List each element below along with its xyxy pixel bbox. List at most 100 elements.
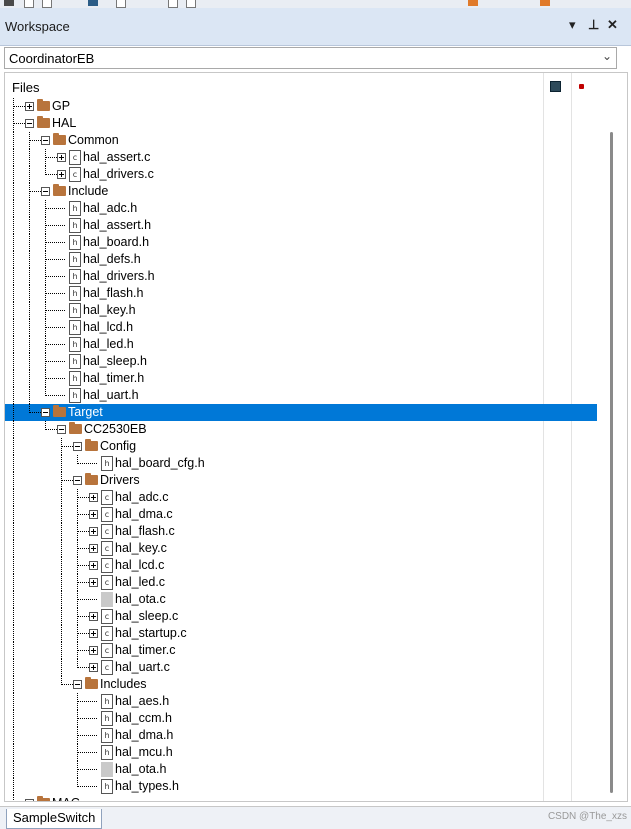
toolbar-icon[interactable] [468, 0, 478, 6]
tree-row-hal-key-h[interactable]: h hal_key.h [5, 302, 597, 319]
tree-row-hal-adc-h[interactable]: h hal_adc.h [5, 200, 597, 217]
toolbar-icon[interactable] [540, 0, 550, 6]
collapse-icon[interactable] [73, 442, 82, 451]
tree-row-hal-board-cfg-h[interactable]: h hal_board_cfg.h [5, 455, 597, 472]
h-file-icon: h [69, 337, 81, 352]
tree-row-target[interactable]: Target [5, 404, 597, 421]
expand-icon[interactable] [89, 544, 98, 553]
tree-row-hal-assert-h[interactable]: h hal_assert.h [5, 217, 597, 234]
expand-icon[interactable] [89, 493, 98, 502]
chip-icon[interactable] [550, 81, 561, 92]
toolbar-icon[interactable] [186, 0, 196, 8]
tree-row-hal-startup-c[interactable]: c hal_startup.c [5, 625, 597, 642]
tree-guide-line [13, 523, 14, 540]
tree-row-includes[interactable]: Includes [5, 676, 597, 693]
tree-row-cc2530eb[interactable]: CC2530EB [5, 421, 597, 438]
tree-row-hal-uart-h[interactable]: h hal_uart.h [5, 387, 597, 404]
tree-row-hal-ota-h[interactable]: hal_ota.h [5, 761, 597, 778]
tree-row-hal-drivers-h[interactable]: h hal_drivers.h [5, 268, 597, 285]
tree-row-hal-lcd-c[interactable]: c hal_lcd.c [5, 557, 597, 574]
tree-row-hal-flash-c[interactable]: c hal_flash.c [5, 523, 597, 540]
collapse-icon[interactable] [73, 476, 82, 485]
tree-row-hal-lcd-h[interactable]: h hal_lcd.h [5, 319, 597, 336]
tree-item-label: hal_flash.c [115, 524, 175, 538]
expand-icon[interactable] [89, 527, 98, 536]
vertical-scrollbar[interactable] [603, 99, 625, 801]
toolbar-icon[interactable] [4, 0, 14, 6]
toolbar-icon[interactable] [168, 0, 178, 8]
tree-row-hal-led-h[interactable]: h hal_led.h [5, 336, 597, 353]
toolbar-icon[interactable] [42, 0, 52, 8]
toolbar-icon[interactable] [116, 0, 126, 8]
tree-item-label: hal_key.h [83, 303, 136, 317]
tree-row-hal-uart-c[interactable]: c hal_uart.c [5, 659, 597, 676]
toolbar-icon[interactable] [24, 0, 34, 8]
tree-row-hal-ccm-h[interactable]: h hal_ccm.h [5, 710, 597, 727]
collapse-icon[interactable] [57, 425, 66, 434]
tree-row-hal-types-h[interactable]: h hal_types.h [5, 778, 597, 795]
tree-guide-line [13, 404, 14, 421]
collapse-icon[interactable] [41, 136, 50, 145]
configuration-select[interactable]: CoordinatorEB ⌄ [4, 47, 617, 69]
tree-row-hal-timer-c[interactable]: c hal_timer.c [5, 642, 597, 659]
close-icon[interactable]: ✕ [607, 17, 618, 33]
tree-row-hal-sleep-h[interactable]: h hal_sleep.h [5, 353, 597, 370]
expand-icon[interactable] [25, 799, 34, 801]
expand-icon[interactable] [57, 153, 66, 162]
tree-guide-line [13, 472, 14, 489]
tree-guide-line [61, 574, 62, 591]
tree-row-hal[interactable]: HAL [5, 115, 597, 132]
tree-row-hal-defs-h[interactable]: h hal_defs.h [5, 251, 597, 268]
expand-icon[interactable] [57, 170, 66, 179]
collapse-icon[interactable] [73, 680, 82, 689]
tree-row-mac[interactable]: MAC [5, 795, 597, 801]
tree-row-hal-board-h[interactable]: h hal_board.h [5, 234, 597, 251]
tree-row-common[interactable]: Common [5, 132, 597, 149]
tree-guide-line [13, 302, 14, 319]
tree-item-label: MAC [52, 796, 80, 801]
tree-row-gp[interactable]: GP [5, 98, 597, 115]
toolbar-icon[interactable] [88, 0, 98, 6]
tree-row-hal-aes-h[interactable]: h hal_aes.h [5, 693, 597, 710]
tree-row-hal-ota-c[interactable]: hal_ota.c [5, 591, 597, 608]
expand-icon[interactable] [89, 561, 98, 570]
tree-item-label: Includes [100, 677, 147, 691]
dropdown-menu-icon[interactable]: ▾ [569, 17, 576, 33]
expand-icon[interactable] [89, 578, 98, 587]
expand-icon[interactable] [89, 663, 98, 672]
tree-row-hal-mcu-h[interactable]: h hal_mcu.h [5, 744, 597, 761]
collapse-icon[interactable] [41, 187, 50, 196]
expand-icon[interactable] [25, 102, 34, 111]
tree-row-config[interactable]: Config [5, 438, 597, 455]
tree-row-include[interactable]: Include [5, 183, 597, 200]
tree-row-hal-timer-h[interactable]: h hal_timer.h [5, 370, 597, 387]
collapse-icon[interactable] [41, 408, 50, 417]
tree-item-label: hal_uart.h [83, 388, 139, 402]
tree-guide-line [29, 353, 30, 370]
tree-row-hal-key-c[interactable]: c hal_key.c [5, 540, 597, 557]
tab-sampleswitch[interactable]: SampleSwitch [6, 809, 103, 829]
tree-item-label: hal_dma.c [115, 507, 173, 521]
breakpoint-icon[interactable] [579, 84, 584, 89]
tree-row-hal-drivers-c[interactable]: c hal_drivers.c [5, 166, 597, 183]
folder-icon [53, 133, 66, 145]
tree-row-hal-assert-c[interactable]: c hal_assert.c [5, 149, 597, 166]
tree-row-drivers[interactable]: Drivers [5, 472, 597, 489]
tree-row-hal-sleep-c[interactable]: c hal_sleep.c [5, 608, 597, 625]
tree-row-hal-dma-c[interactable]: c hal_dma.c [5, 506, 597, 523]
tree-row-hal-adc-c[interactable]: c hal_adc.c [5, 489, 597, 506]
tree-row-hal-dma-h[interactable]: h hal_dma.h [5, 727, 597, 744]
expand-icon[interactable] [89, 510, 98, 519]
tree-item-label: hal_drivers.h [83, 269, 155, 283]
collapse-icon[interactable] [25, 119, 34, 128]
chevron-down-icon[interactable]: ⌄ [602, 49, 612, 63]
expand-icon[interactable] [89, 612, 98, 621]
tree-row-hal-flash-h[interactable]: h hal_flash.h [5, 285, 597, 302]
expand-icon[interactable] [89, 629, 98, 638]
scrollbar-thumb[interactable] [610, 132, 613, 793]
tree-row-hal-led-c[interactable]: c hal_led.c [5, 574, 597, 591]
pin-icon[interactable]: ⊥ [588, 17, 599, 33]
expand-icon[interactable] [89, 646, 98, 655]
c-file-icon: c [101, 541, 113, 556]
tree-guide-line [45, 310, 65, 311]
